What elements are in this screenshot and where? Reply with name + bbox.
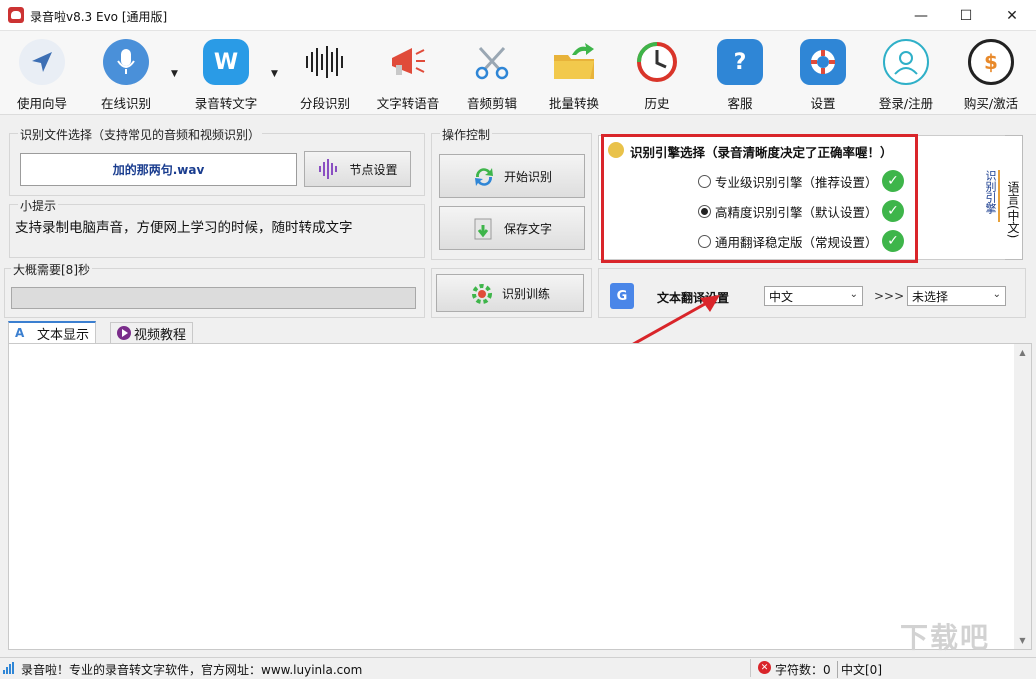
scroll-down-icon[interactable]: ▼	[1014, 632, 1031, 649]
user-icon	[883, 39, 929, 85]
toolbar-audio-to-text[interactable]: W 录音转文字	[186, 37, 266, 113]
progress-bar	[11, 287, 416, 309]
toolbar-settings[interactable]: 设置	[789, 37, 857, 113]
tab-label: 文本显示	[37, 327, 90, 343]
toolbar-buy-activate[interactable]: $ 购买/激活	[952, 37, 1030, 113]
chevron-down-icon[interactable]: ▼	[271, 69, 278, 79]
toolbar-label: 购买/激活	[963, 96, 1019, 111]
text-display-area[interactable]	[8, 343, 1032, 650]
toolbar-label: 文字转语音	[376, 96, 440, 111]
chevron-down-icon: ⌄	[992, 289, 1001, 300]
w-app-icon: W	[203, 39, 249, 85]
file-name-field[interactable]: 加的那两句.wav	[20, 153, 297, 186]
source-language-value: 中文	[769, 289, 794, 304]
recognition-training-label: 识别训练	[501, 286, 550, 301]
toolbar-customer-service[interactable]: ? 客服	[706, 37, 774, 113]
app-logo-icon	[8, 7, 24, 23]
lifebuoy-icon	[800, 39, 846, 85]
tab-video-tutorial[interactable]: 视频教程	[110, 322, 194, 343]
save-text-button[interactable]: 保存文字	[439, 206, 585, 250]
node-settings-button[interactable]: 节点设置	[304, 151, 411, 187]
save-doc-icon	[472, 217, 494, 240]
microphone-icon	[103, 39, 149, 85]
toolbar-online-recognition[interactable]: 在线识别	[92, 37, 160, 113]
vertical-scrollbar[interactable]: ▲ ▼	[1014, 344, 1031, 649]
toolbar: 使用向导 在线识别 ▼ W 录音转文字 ▼ 分段识别 文字转语音 音频剪辑 批量…	[0, 31, 1036, 115]
refresh-icon	[472, 165, 494, 187]
source-language-select[interactable]: 中文 ⌄	[764, 286, 863, 306]
toolbar-label: 使用向导	[16, 96, 67, 111]
node-settings-label: 节点设置	[349, 162, 398, 177]
toolbar-label: 历史	[644, 96, 670, 111]
error-icon: ✕	[758, 661, 771, 674]
waveform-icon	[317, 158, 339, 180]
help-icon: ?	[717, 39, 763, 85]
toolbar-label: 客服	[727, 96, 753, 111]
scroll-up-icon[interactable]: ▲	[1014, 344, 1031, 361]
side-tab-engine[interactable]: 识别引擎	[984, 170, 1000, 222]
tab-text-display[interactable]: A 文本显示	[8, 321, 97, 343]
play-icon	[117, 326, 131, 340]
translate-arrow-text: >>>	[874, 289, 905, 303]
coin-icon: $	[968, 39, 1014, 85]
clock-icon	[634, 39, 680, 85]
window-title: 录音啦v8.3 Evo [通用版]	[30, 10, 168, 24]
toolbar-label: 批量转换	[548, 96, 599, 111]
toolbar-text-to-speech[interactable]: 文字转语音	[370, 37, 446, 113]
target-language-value: 未选择	[912, 289, 949, 304]
tip-title: 小提示	[18, 197, 59, 214]
red-highlight-box	[601, 134, 918, 263]
side-tab-language[interactable]: 语言(中文)	[1005, 135, 1023, 260]
char-count: 字符数：0	[775, 663, 831, 677]
text-icon: A	[15, 326, 25, 340]
start-recognition-label: 开始识别	[503, 169, 552, 184]
file-select-title: 识别文件选择（支持常见的音频和视频识别）	[18, 126, 263, 143]
progress-title: 大概需要[8]秒	[11, 261, 92, 278]
folder-icon	[551, 39, 597, 85]
start-recognition-button[interactable]: 开始识别	[439, 154, 585, 198]
chevron-down-icon: ⌄	[849, 289, 858, 300]
language-status: 中文[0]	[837, 661, 882, 678]
toolbar-segment-recognition[interactable]: 分段识别	[290, 37, 360, 113]
maximize-button[interactable]: ☐	[943, 0, 989, 31]
recognition-training-button[interactable]: 识别训练	[436, 274, 584, 312]
gear-icon	[470, 282, 492, 304]
toolbar-label: 分段识别	[299, 96, 350, 111]
toolbar-label: 设置	[810, 96, 836, 111]
watermark-text: 下载吧	[900, 621, 991, 654]
control-title: 操作控制	[440, 126, 493, 143]
save-text-label: 保存文字	[503, 221, 552, 236]
toolbar-history[interactable]: 历史	[623, 37, 691, 113]
target-language-select[interactable]: 未选择 ⌄	[907, 286, 1006, 306]
navigate-icon	[19, 39, 65, 85]
toolbar-guide[interactable]: 使用向导	[8, 37, 76, 113]
status-divider	[750, 659, 751, 677]
tip-text: 支持录制电脑声音，方便网上学习的时候，随时转成文字	[15, 220, 353, 236]
toolbar-label: 录音转文字	[194, 96, 258, 111]
megaphone-icon	[385, 39, 431, 85]
waveform-icon	[302, 39, 348, 85]
toolbar-audio-edit[interactable]: 音频剪辑	[458, 37, 526, 113]
toolbar-label: 登录/注册	[878, 96, 934, 111]
scissors-icon	[469, 39, 515, 85]
tab-label: 视频教程	[134, 327, 187, 343]
toolbar-batch-convert[interactable]: 批量转换	[540, 37, 608, 113]
close-button[interactable]: ✕	[989, 0, 1035, 31]
minimize-button[interactable]: —	[898, 0, 944, 31]
toolbar-login-register[interactable]: 登录/注册	[868, 37, 944, 113]
toolbar-label: 音频剪辑	[466, 96, 517, 111]
toolbar-label: 在线识别	[100, 96, 151, 111]
signal-icon	[3, 662, 14, 674]
chevron-down-icon[interactable]: ▼	[171, 69, 178, 79]
status-message: 录音啦！专业的录音转文字软件，官方网址：www.luyinla.com	[21, 663, 363, 677]
